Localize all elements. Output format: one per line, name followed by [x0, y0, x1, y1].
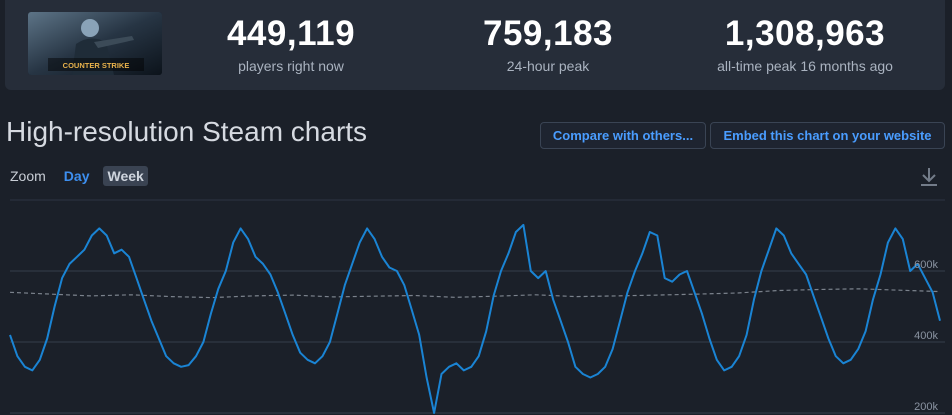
all-time-peak-value: 1,308,963 [724, 14, 886, 53]
chart-grid [10, 199, 945, 414]
zoom-day-button[interactable]: Day [60, 166, 94, 186]
series-line [9, 223, 941, 414]
download-icon[interactable] [918, 165, 940, 189]
zoom-controls: Zoom Day Week [10, 166, 148, 186]
chart-title: High-resolution Steam charts [6, 116, 368, 147]
all-time-peak-stat: 1,308,963 all-time peak 16 months ago [690, 14, 920, 74]
peak-24h-value: 759,183 [482, 14, 614, 53]
compare-button[interactable]: Compare with others... [540, 122, 706, 149]
game-thumbnail-art: COUNTER STRIKE [28, 12, 162, 75]
series-line-path [9, 223, 941, 414]
svg-text:COUNTER STRIKE: COUNTER STRIKE [63, 61, 130, 70]
current-players-stat: 449,119 players right now [211, 14, 371, 74]
zoom-label: Zoom [10, 168, 46, 184]
y-tick-label: 400k [914, 330, 938, 342]
chart-area[interactable]: 200k 400k 600k [0, 195, 952, 415]
peak-24h-stat: 759,183 24-hour peak [467, 14, 629, 74]
stats-bar: COUNTER STRIKE 449,119 players right now… [5, 0, 945, 90]
player-count-chart[interactable]: 200k 400k 600k [0, 195, 952, 415]
current-players-value: 449,119 [226, 14, 356, 53]
peak-24h-label: 24-hour peak [506, 58, 590, 74]
average-line-path [9, 288, 941, 299]
current-players-label: players right now [238, 58, 344, 74]
average-line [9, 288, 941, 299]
all-time-peak-label: all-time peak 16 months ago [717, 58, 893, 74]
y-tick-label: 600k [914, 259, 938, 271]
game-thumbnail[interactable]: COUNTER STRIKE [28, 12, 162, 75]
embed-chart-button[interactable]: Embed this chart on your website [710, 122, 945, 149]
zoom-week-button[interactable]: Week [103, 166, 148, 186]
y-tick-label: 200k [914, 401, 938, 413]
